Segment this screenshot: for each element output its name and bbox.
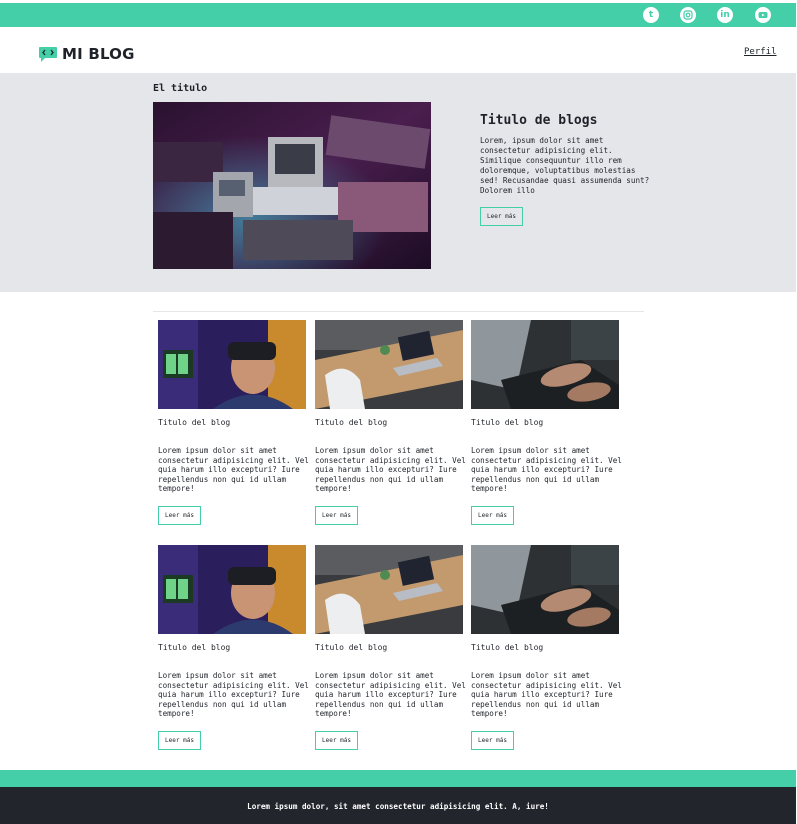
laptop-desk-photo [315,320,463,409]
typing-laptop-photo [471,320,619,409]
blog-card-title: Titulo del blog [471,418,544,427]
tumblr-glyph: t [648,10,654,20]
instagram-icon[interactable] [680,7,696,23]
footer-text: Lorem ipsum dolor, sit amet consectetur … [247,802,549,811]
vr-headset-photo [158,320,306,409]
featured-read-more-button[interactable]: Leer más [480,207,523,226]
featured-post: El titulo Titulo de blogs Lorem, ipsum d… [0,73,796,292]
blog-card-excerpt: Lorem ipsum dolor sit amet consectetur a… [471,671,622,718]
blog-card-read-more-button[interactable]: Leer más [471,506,514,525]
blog-card-title: Titulo del blog [471,643,544,652]
instagram-glyph [683,10,693,20]
blog-card-image[interactable] [471,320,619,409]
linkedin-icon[interactable]: in [717,7,733,23]
featured-title: Titulo de blogs [480,113,598,128]
footer-accent-bar [0,770,796,787]
retro-computers-photo [153,102,431,269]
blog-card-excerpt: Lorem ipsum dolor sit amet consectetur a… [158,446,309,493]
chat-code-icon [39,46,57,62]
blog-card-title: Titulo del blog [315,643,388,652]
linkedin-glyph: in [720,10,730,20]
site-logo[interactable]: MI BLOG [38,45,135,63]
blog-card-image[interactable] [471,545,619,634]
social-bar: t in [0,3,796,27]
blog-card-read-more-button[interactable]: Leer más [158,731,201,750]
blog-card-image[interactable] [158,320,306,409]
blog-card-title: Titulo del blog [315,418,388,427]
blog-card-image[interactable] [315,320,463,409]
youtube-glyph [758,12,768,18]
tumblr-icon[interactable]: t [643,7,659,23]
blog-card-image[interactable] [315,545,463,634]
section-divider [153,311,644,312]
blog-card-excerpt: Lorem ipsum dolor sit amet consectetur a… [315,671,466,718]
blog-card-excerpt: Lorem ipsum dolor sit amet consectetur a… [158,671,309,718]
site-header: MI BLOG Perfil [0,27,796,73]
profile-link[interactable]: Perfil [744,47,777,57]
vr-headset-photo [158,545,306,634]
site-footer: Lorem ipsum dolor, sit amet consectetur … [0,787,796,824]
blog-card-image[interactable] [158,545,306,634]
youtube-icon[interactable] [755,7,771,23]
blog-card-excerpt: Lorem ipsum dolor sit amet consectetur a… [315,446,466,493]
blog-card-excerpt: Lorem ipsum dolor sit amet consectetur a… [471,446,622,493]
laptop-desk-photo [315,545,463,634]
blog-card-title: Titulo del blog [158,643,231,652]
blog-card-read-more-button[interactable]: Leer más [315,731,358,750]
featured-excerpt: Lorem, ipsum dolor sit amet consectetur … [480,136,650,195]
blog-card-read-more-button[interactable]: Leer más [315,506,358,525]
typing-laptop-photo [471,545,619,634]
blog-card-read-more-button[interactable]: Leer más [158,506,201,525]
featured-kicker: El titulo [153,83,208,94]
logo-text: MI BLOG [62,45,135,63]
blog-card-read-more-button[interactable]: Leer más [471,731,514,750]
blog-card-title: Titulo del blog [158,418,231,427]
featured-image[interactable] [153,102,431,269]
